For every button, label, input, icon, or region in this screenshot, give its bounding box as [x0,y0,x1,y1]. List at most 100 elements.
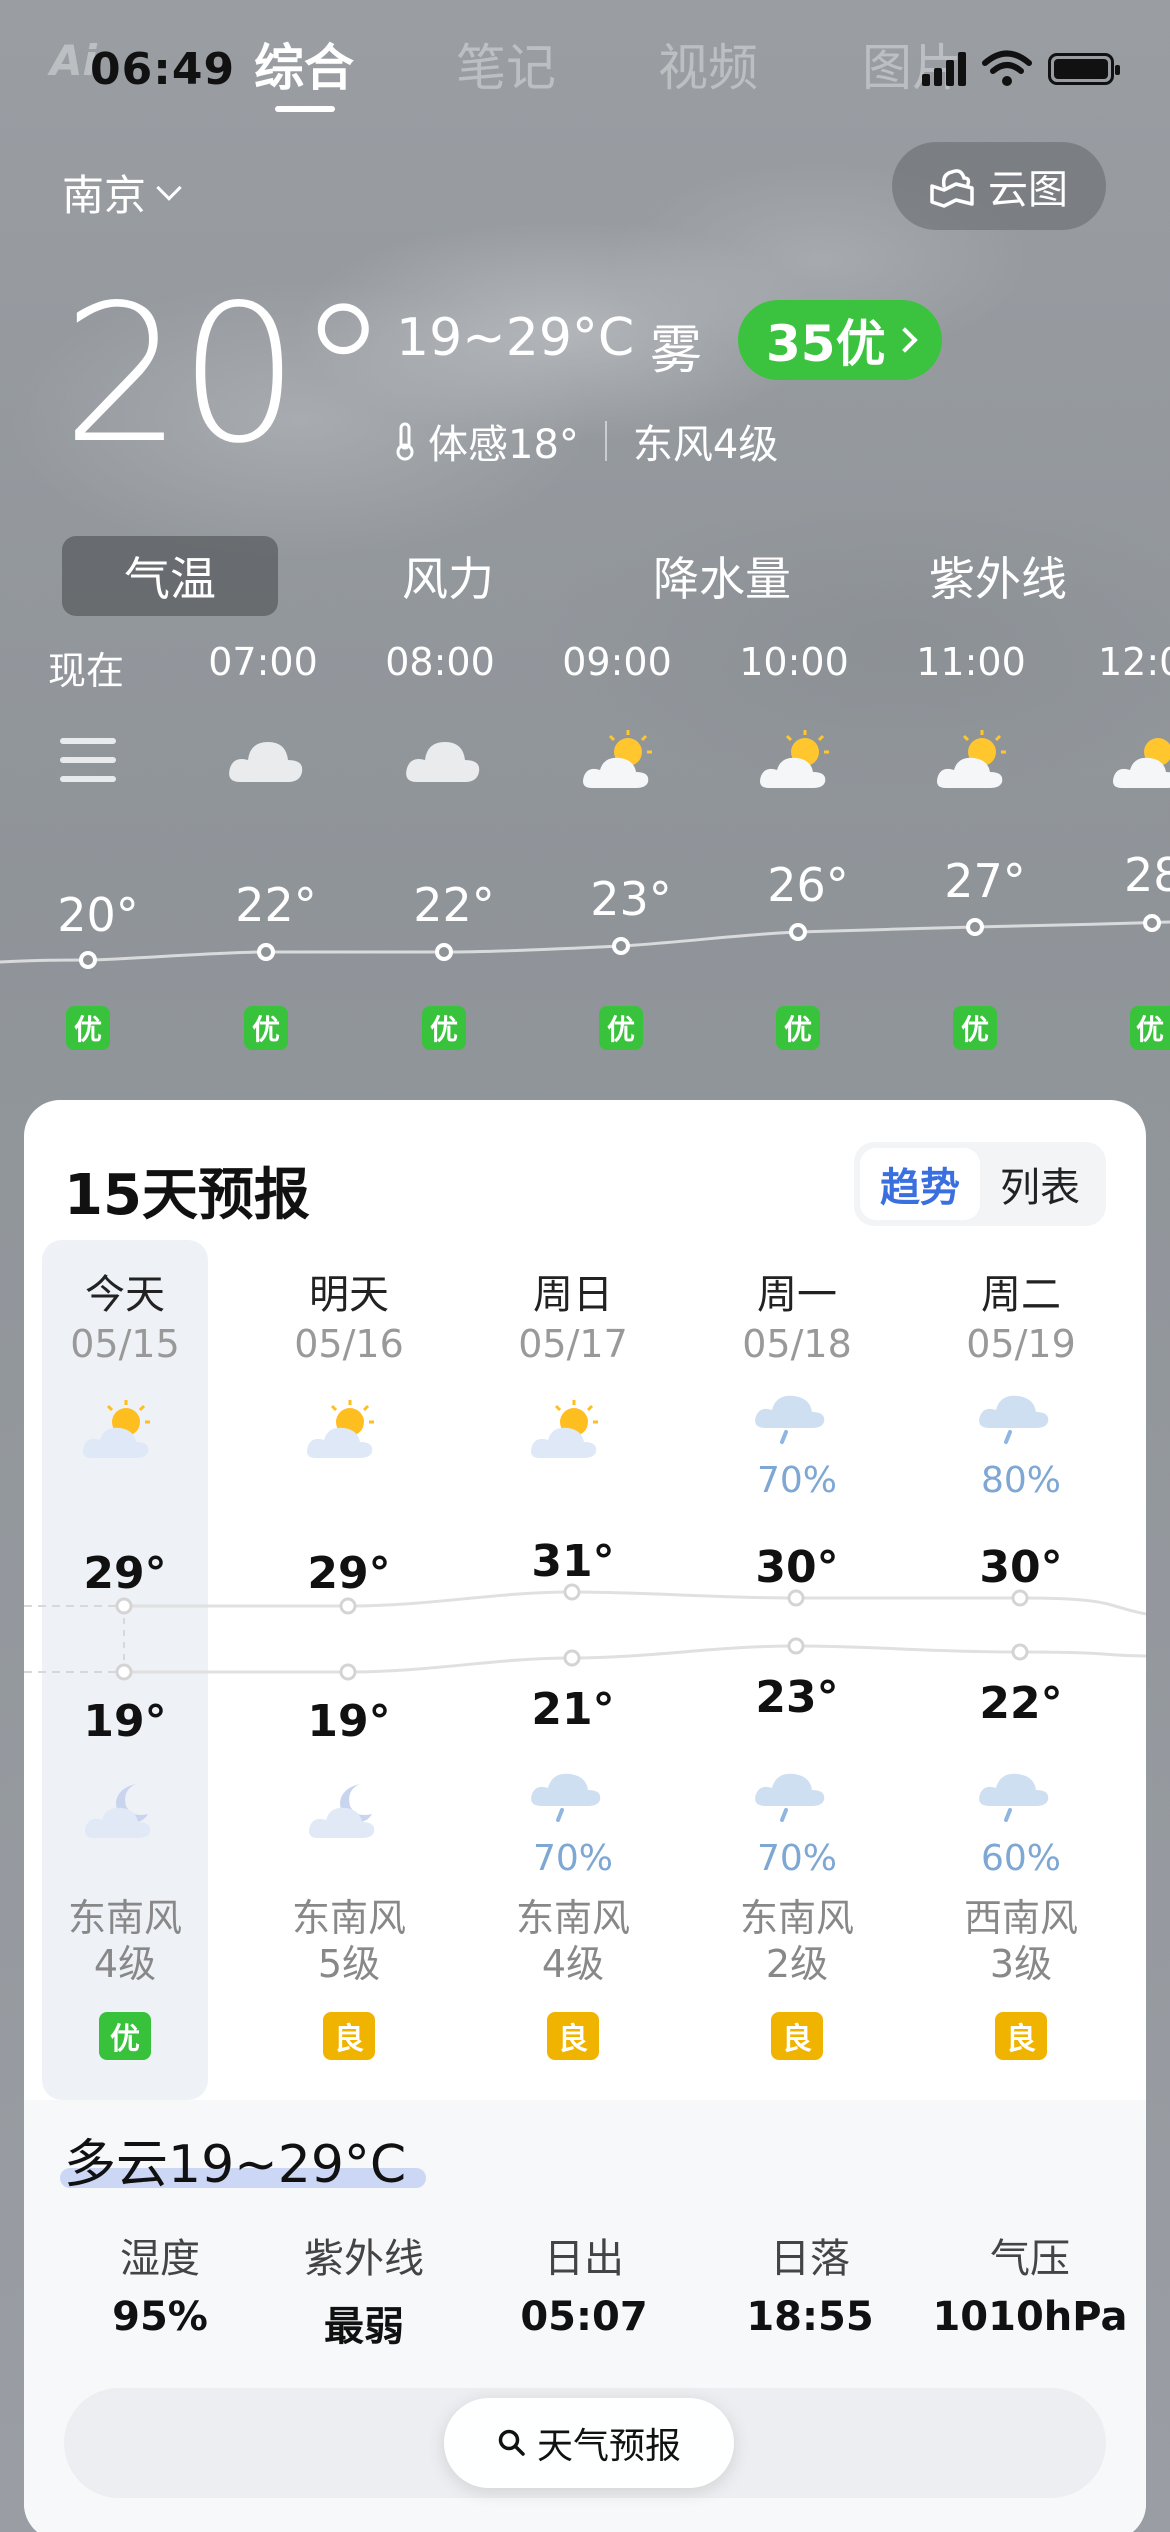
rain-cloud-icon [752,1768,842,1838]
weather-search-button[interactable]: 天气预报 [444,2398,734,2488]
cloud-map-icon [930,169,974,208]
aqi-label: 35优 [766,315,886,373]
hour-temp: 23° [590,872,672,926]
active-tab-underline [275,106,335,112]
feels-like: 体感18° [428,422,579,468]
current-temperature: 20° [62,264,391,485]
stat-label: 气压 [990,2236,1070,2282]
hour-aqi-badge: 优 [776,1006,820,1050]
city-name: 南京 [62,171,147,220]
wind-direction: 东南风 [291,1896,406,1940]
wifi-icon [982,50,1032,86]
hour-label: 现在 [47,649,124,693]
hour-label: 07:00 [208,640,318,684]
hour-label: 08:00 [385,640,495,684]
moon-cloud-icon [306,1780,396,1850]
stat-label: 日落 [770,2236,850,2282]
hour-aqi-badge: 优 [599,1006,643,1050]
current-wind: 东风4级 [632,422,779,468]
night-precip-pct: 60% [980,1838,1061,1879]
hour-temp: 22° [413,878,495,932]
hour-aqi-badge: 优 [953,1006,997,1050]
partly-sunny-icon [580,730,660,790]
moon-cloud-icon [82,1780,172,1850]
status-time: 06:49 [90,44,236,95]
hour-temp: 28 [1124,848,1170,902]
partly-sunny-icon [757,730,837,790]
forecast-aq-badge: 良 [771,2012,823,2060]
tab-precipitation[interactable]: 降水量 [614,536,830,616]
forecast-aq-badge: 良 [547,2012,599,2060]
wind-direction: 东南风 [67,1896,182,1940]
signal-icon [922,52,966,86]
status-icons [922,50,1120,88]
today-summary: 多云19~29°C [64,2135,407,2195]
forecast-aq-badge: 优 [99,2012,151,2060]
cloud-icon [226,730,306,790]
wind-level: 2级 [765,1941,829,1986]
hour-label: 12:0 [1098,640,1170,684]
forecast-low: 22° [979,1678,1063,1729]
stat-value: 18:55 [746,2294,874,2340]
wind-direction: 东南风 [739,1896,854,1940]
cloud-icon [403,730,483,790]
forecast-card: 15天预报 趋势 列表 今天 明天 周日 周一 周二 05/15 05/16 0… [24,1100,1146,2532]
temperature-range: 19~29°C [396,308,635,368]
tab-videos[interactable]: 视频 [658,28,758,100]
hour-label: 11:00 [916,640,1026,684]
thermometer-icon [396,422,414,461]
hour-aqi-badge: 优 [422,1006,466,1050]
stat-value: 1010hPa [932,2294,1128,2340]
wind-level: 3级 [989,1941,1053,1986]
stat-label: 紫外线 [304,2236,424,2282]
forecast-low: 23° [755,1672,839,1723]
forecast-wind: 东南风 2级 [697,1896,897,1987]
tab-comprehensive[interactable]: 综合 [254,28,354,100]
chevron-right-icon [891,327,918,353]
forecast-wind: 东南风 4级 [473,1896,673,1987]
tab-uv[interactable]: 紫外线 [890,536,1106,616]
hour-aqi-badge: 优 [244,1006,288,1050]
forecast-wind: 西南风 3级 [921,1896,1121,1987]
night-precip-pct: 70% [756,1838,837,1879]
tab-temperature[interactable]: 气温 [62,536,278,616]
stat-value: 最弱 [324,2304,404,2350]
aqi-badge[interactable]: 35优 [738,300,942,380]
rain-cloud-icon [528,1768,618,1838]
tab-wind[interactable]: 风力 [340,536,556,616]
divider [604,421,607,461]
feels-like-row: 体感18° 东风4级 [394,412,778,470]
rain-cloud-icon [976,1768,1066,1838]
forecast-low: 19° [83,1696,167,1747]
stat-value: 05:07 [520,2294,648,2340]
forecast-aq-badge: 良 [995,2012,1047,2060]
forecast-low: 19° [307,1696,391,1747]
stat-label: 湿度 [120,2236,200,2282]
city-selector[interactable]: 南京 [62,162,182,223]
hour-aqi-badge: 优 [1130,1006,1170,1050]
top-bar: Ai 06:49 综合 笔记 视频 图片 [0,0,1170,120]
forecast-low: 21° [531,1684,615,1735]
tab-notes[interactable]: 笔记 [456,28,556,100]
chevron-down-icon [156,174,182,201]
search-icon [498,2429,525,2456]
battery-icon [1048,53,1120,85]
partly-sunny-icon [1110,730,1170,790]
now-lines-icon [56,730,136,790]
stat-label: 日出 [544,2236,624,2282]
wind-direction: 东南风 [515,1896,630,1940]
hour-temp: 26° [767,858,849,912]
wind-level: 5级 [317,1941,381,1986]
wind-direction: 西南风 [963,1896,1078,1940]
hour-temp: 27° [944,854,1026,908]
partly-sunny-icon [934,730,1014,790]
stat-value: 95% [112,2294,208,2340]
cloud-map-label: 云图 [988,167,1068,213]
forecast-aq-badge: 良 [323,2012,375,2060]
hour-temp: 20° [57,888,139,942]
cloud-map-button[interactable]: 云图 [892,142,1106,230]
night-precip-pct: 70% [532,1838,613,1879]
hour-aqi-badge: 优 [66,1006,110,1050]
forecast-wind: 东南风 5级 [249,1896,449,1987]
search-label: 天气预报 [536,2426,681,2467]
